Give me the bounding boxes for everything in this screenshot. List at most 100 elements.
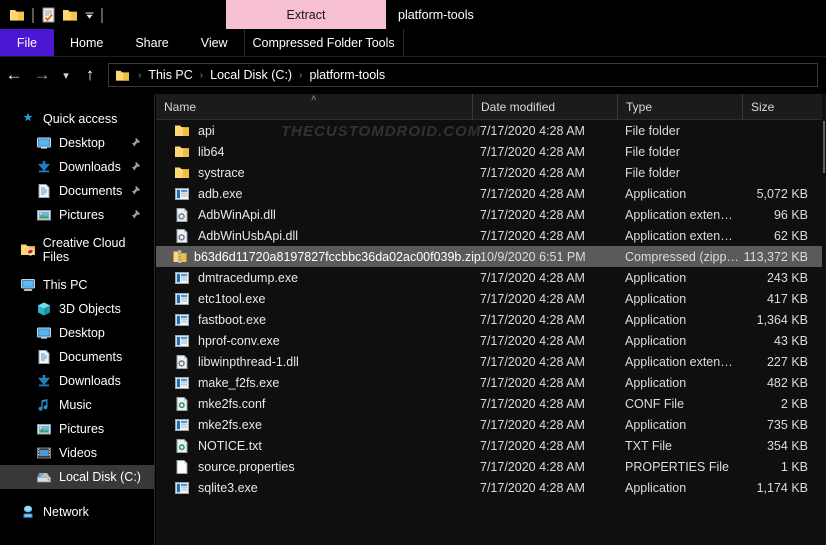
creative-cloud-folder-icon (18, 242, 38, 258)
properties-icon[interactable] (37, 4, 59, 26)
sidebar-item-desktop[interactable]: Desktop (0, 321, 154, 345)
breadcrumb-item-platform-tools[interactable]: platform-tools (307, 68, 387, 82)
file-name-cell[interactable]: AdbWinUsbApi.dll (156, 228, 472, 244)
sidebar-item-this-pc[interactable]: This PC (0, 273, 154, 297)
file-name-cell[interactable]: fastboot.exe (156, 312, 472, 328)
column-header-size[interactable]: Size (742, 94, 820, 120)
date-modified-cell: 7/17/2020 4:28 AM (472, 271, 617, 285)
file-name-cell[interactable]: sqlite3.exe (156, 480, 472, 496)
column-header-name[interactable]: Name˄ (156, 94, 472, 120)
table-row[interactable]: make_f2fs.exe7/17/2020 4:28 AMApplicatio… (156, 372, 826, 393)
sidebar-item-local-disk-c[interactable]: Local Disk (C:) (0, 465, 154, 489)
table-row[interactable]: systrace7/17/2020 4:28 AMFile folder (156, 162, 826, 183)
table-row[interactable]: AdbWinUsbApi.dll7/17/2020 4:28 AMApplica… (156, 225, 826, 246)
type-cell: File folder (617, 124, 742, 138)
sidebar-item-pictures[interactable]: Pictures (0, 417, 154, 441)
pin-icon[interactable] (131, 136, 144, 152)
table-row[interactable]: fastboot.exe7/17/2020 4:28 AMApplication… (156, 309, 826, 330)
pin-icon[interactable] (131, 184, 144, 200)
table-row[interactable]: hprof-conv.exe7/17/2020 4:28 AMApplicati… (156, 330, 826, 351)
sidebar-item-documents[interactable]: Documents (0, 179, 154, 203)
this-pc-icon (18, 277, 38, 293)
file-name-cell[interactable]: api (156, 123, 472, 139)
table-row[interactable]: b63d6d11720a8197827fccbbc36da02ac00f039b… (156, 246, 826, 267)
table-row[interactable]: dmtracedump.exe7/17/2020 4:28 AMApplicat… (156, 267, 826, 288)
file-name-cell[interactable]: dmtracedump.exe (156, 270, 472, 286)
sidebar-item-quick-access[interactable]: Quick access (0, 107, 154, 131)
file-name-label: adb.exe (198, 187, 242, 201)
sidebar-item-desktop[interactable]: Desktop (0, 131, 154, 155)
file-name-cell[interactable]: source.properties (156, 459, 472, 475)
sidebar-item-videos[interactable]: Videos (0, 441, 154, 465)
quick-access-toolbar (0, 0, 106, 30)
file-name-cell[interactable]: make_f2fs.exe (156, 375, 472, 391)
date-modified-cell: 7/17/2020 4:28 AM (472, 355, 617, 369)
conf-icon (172, 438, 192, 454)
file-name-cell[interactable]: mke2fs.conf (156, 396, 472, 412)
pin-icon[interactable] (131, 208, 144, 224)
tab-view[interactable]: View (185, 29, 244, 56)
file-list-pane[interactable]: Name˄Date modifiedTypeSize THECUSTOMDROI… (156, 94, 826, 545)
table-row[interactable]: adb.exe7/17/2020 4:28 AMApplication5,072… (156, 183, 826, 204)
size-cell: 227 KB (742, 355, 820, 369)
table-row[interactable]: etc1tool.exe7/17/2020 4:28 AMApplication… (156, 288, 826, 309)
new-folder-icon[interactable] (59, 4, 81, 26)
table-row[interactable]: sqlite3.exe7/17/2020 4:28 AMApplication1… (156, 477, 826, 498)
table-row[interactable]: AdbWinApi.dll7/17/2020 4:28 AMApplicatio… (156, 204, 826, 225)
table-row[interactable]: api7/17/2020 4:28 AMFile folder (156, 120, 826, 141)
scrollbar-thumb[interactable] (823, 121, 825, 173)
forward-icon[interactable]: → (28, 60, 56, 90)
size-cell: 113,372 KB (742, 250, 820, 264)
desktop-icon (34, 135, 54, 151)
tab-file[interactable]: File (0, 29, 54, 56)
file-name-cell[interactable]: NOTICE.txt (156, 438, 472, 454)
table-row[interactable]: NOTICE.txt7/17/2020 4:28 AMTXT File354 K… (156, 435, 826, 456)
tab-compressed-folder-tools[interactable]: Compressed Folder Tools (244, 29, 404, 56)
sidebar-item-creative-cloud-files[interactable]: Creative Cloud Files (0, 238, 154, 262)
sidebar-item-pictures[interactable]: Pictures (0, 203, 154, 227)
tab-home[interactable]: Home (54, 29, 119, 56)
file-name-cell[interactable]: libwinpthread-1.dll (156, 354, 472, 370)
file-name-cell[interactable]: AdbWinApi.dll (156, 207, 472, 223)
column-header-type[interactable]: Type (617, 94, 742, 120)
tab-share[interactable]: Share (119, 29, 184, 56)
breadcrumb-item-this-pc[interactable]: This PC (146, 68, 194, 82)
chevron-down-icon[interactable] (81, 4, 97, 26)
size-cell: 62 KB (742, 229, 820, 243)
recent-locations-chevron-down-icon[interactable]: ▾ (56, 60, 76, 90)
table-row[interactable]: libwinpthread-1.dll7/17/2020 4:28 AMAppl… (156, 351, 826, 372)
file-name-cell[interactable]: mke2fs.exe (156, 417, 472, 433)
column-header-date-modified[interactable]: Date modified (472, 94, 617, 120)
table-row[interactable]: mke2fs.conf7/17/2020 4:28 AMCONF File2 K… (156, 393, 826, 414)
file-name-cell[interactable]: hprof-conv.exe (156, 333, 472, 349)
file-name-cell[interactable]: etc1tool.exe (156, 291, 472, 307)
table-row[interactable]: source.properties7/17/2020 4:28 AMPROPER… (156, 456, 826, 477)
type-cell: Compressed (zipp… (617, 250, 742, 264)
window-title: platform-tools (398, 0, 474, 30)
vertical-scrollbar[interactable] (822, 94, 826, 545)
sidebar-item-documents[interactable]: Documents (0, 345, 154, 369)
pictures-icon (34, 421, 54, 437)
sidebar-item-music[interactable]: Music (0, 393, 154, 417)
sidebar-item-3d-objects[interactable]: 3D Objects (0, 297, 154, 321)
breadcrumb-item-local-disk[interactable]: Local Disk (C:) (208, 68, 294, 82)
size-cell: 43 KB (742, 334, 820, 348)
navigation-pane[interactable]: Quick accessDesktopDownloadsDocumentsPic… (0, 94, 155, 545)
up-icon[interactable]: ↑ (76, 60, 104, 90)
folder-icon (172, 165, 192, 181)
sidebar-item-network[interactable]: Network (0, 500, 154, 524)
back-icon[interactable]: ← (0, 60, 28, 90)
sidebar-item-downloads[interactable]: Downloads (0, 369, 154, 393)
file-name-cell[interactable]: systrace (156, 165, 472, 181)
table-row[interactable]: lib647/17/2020 4:28 AMFile folder (156, 141, 826, 162)
pin-icon[interactable] (131, 160, 144, 176)
file-name-cell[interactable]: adb.exe (156, 186, 472, 202)
file-name-cell[interactable]: b63d6d11720a8197827fccbbc36da02ac00f039b… (156, 249, 472, 265)
file-name-label: AdbWinUsbApi.dll (198, 229, 298, 243)
table-row[interactable]: mke2fs.exe7/17/2020 4:28 AMApplication73… (156, 414, 826, 435)
column-header-label: Type (626, 100, 652, 114)
folder-icon[interactable] (6, 4, 28, 26)
breadcrumb[interactable]: › This PC › Local Disk (C:) › platform-t… (108, 63, 818, 87)
file-name-cell[interactable]: lib64 (156, 144, 472, 160)
sidebar-item-downloads[interactable]: Downloads (0, 155, 154, 179)
